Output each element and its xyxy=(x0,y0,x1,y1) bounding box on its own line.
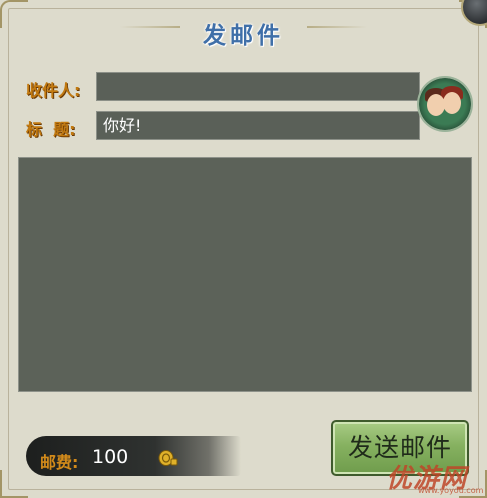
dialog-title: 发邮件 xyxy=(203,22,284,49)
gold-coin-icon xyxy=(158,450,178,466)
subject-label: 标 题: xyxy=(26,120,76,139)
frame-corner xyxy=(0,470,28,498)
fee-value: 100 xyxy=(92,446,129,468)
subject-input[interactable]: 你好! xyxy=(96,111,420,140)
portrait-face xyxy=(443,92,461,114)
recipient-label: 收件人: xyxy=(26,81,81,100)
watermark-url: www.yoyou.com xyxy=(418,486,484,495)
character-portrait-icon[interactable] xyxy=(419,78,471,130)
mail-body-textarea[interactable] xyxy=(18,157,472,392)
recipient-input[interactable] xyxy=(96,72,420,101)
fee-label: 邮费: xyxy=(40,453,79,472)
send-mail-dialog: 发邮件 收件人: 标 题: 你好! 邮费: 100 发送邮件 优游网 www.y… xyxy=(0,0,487,498)
